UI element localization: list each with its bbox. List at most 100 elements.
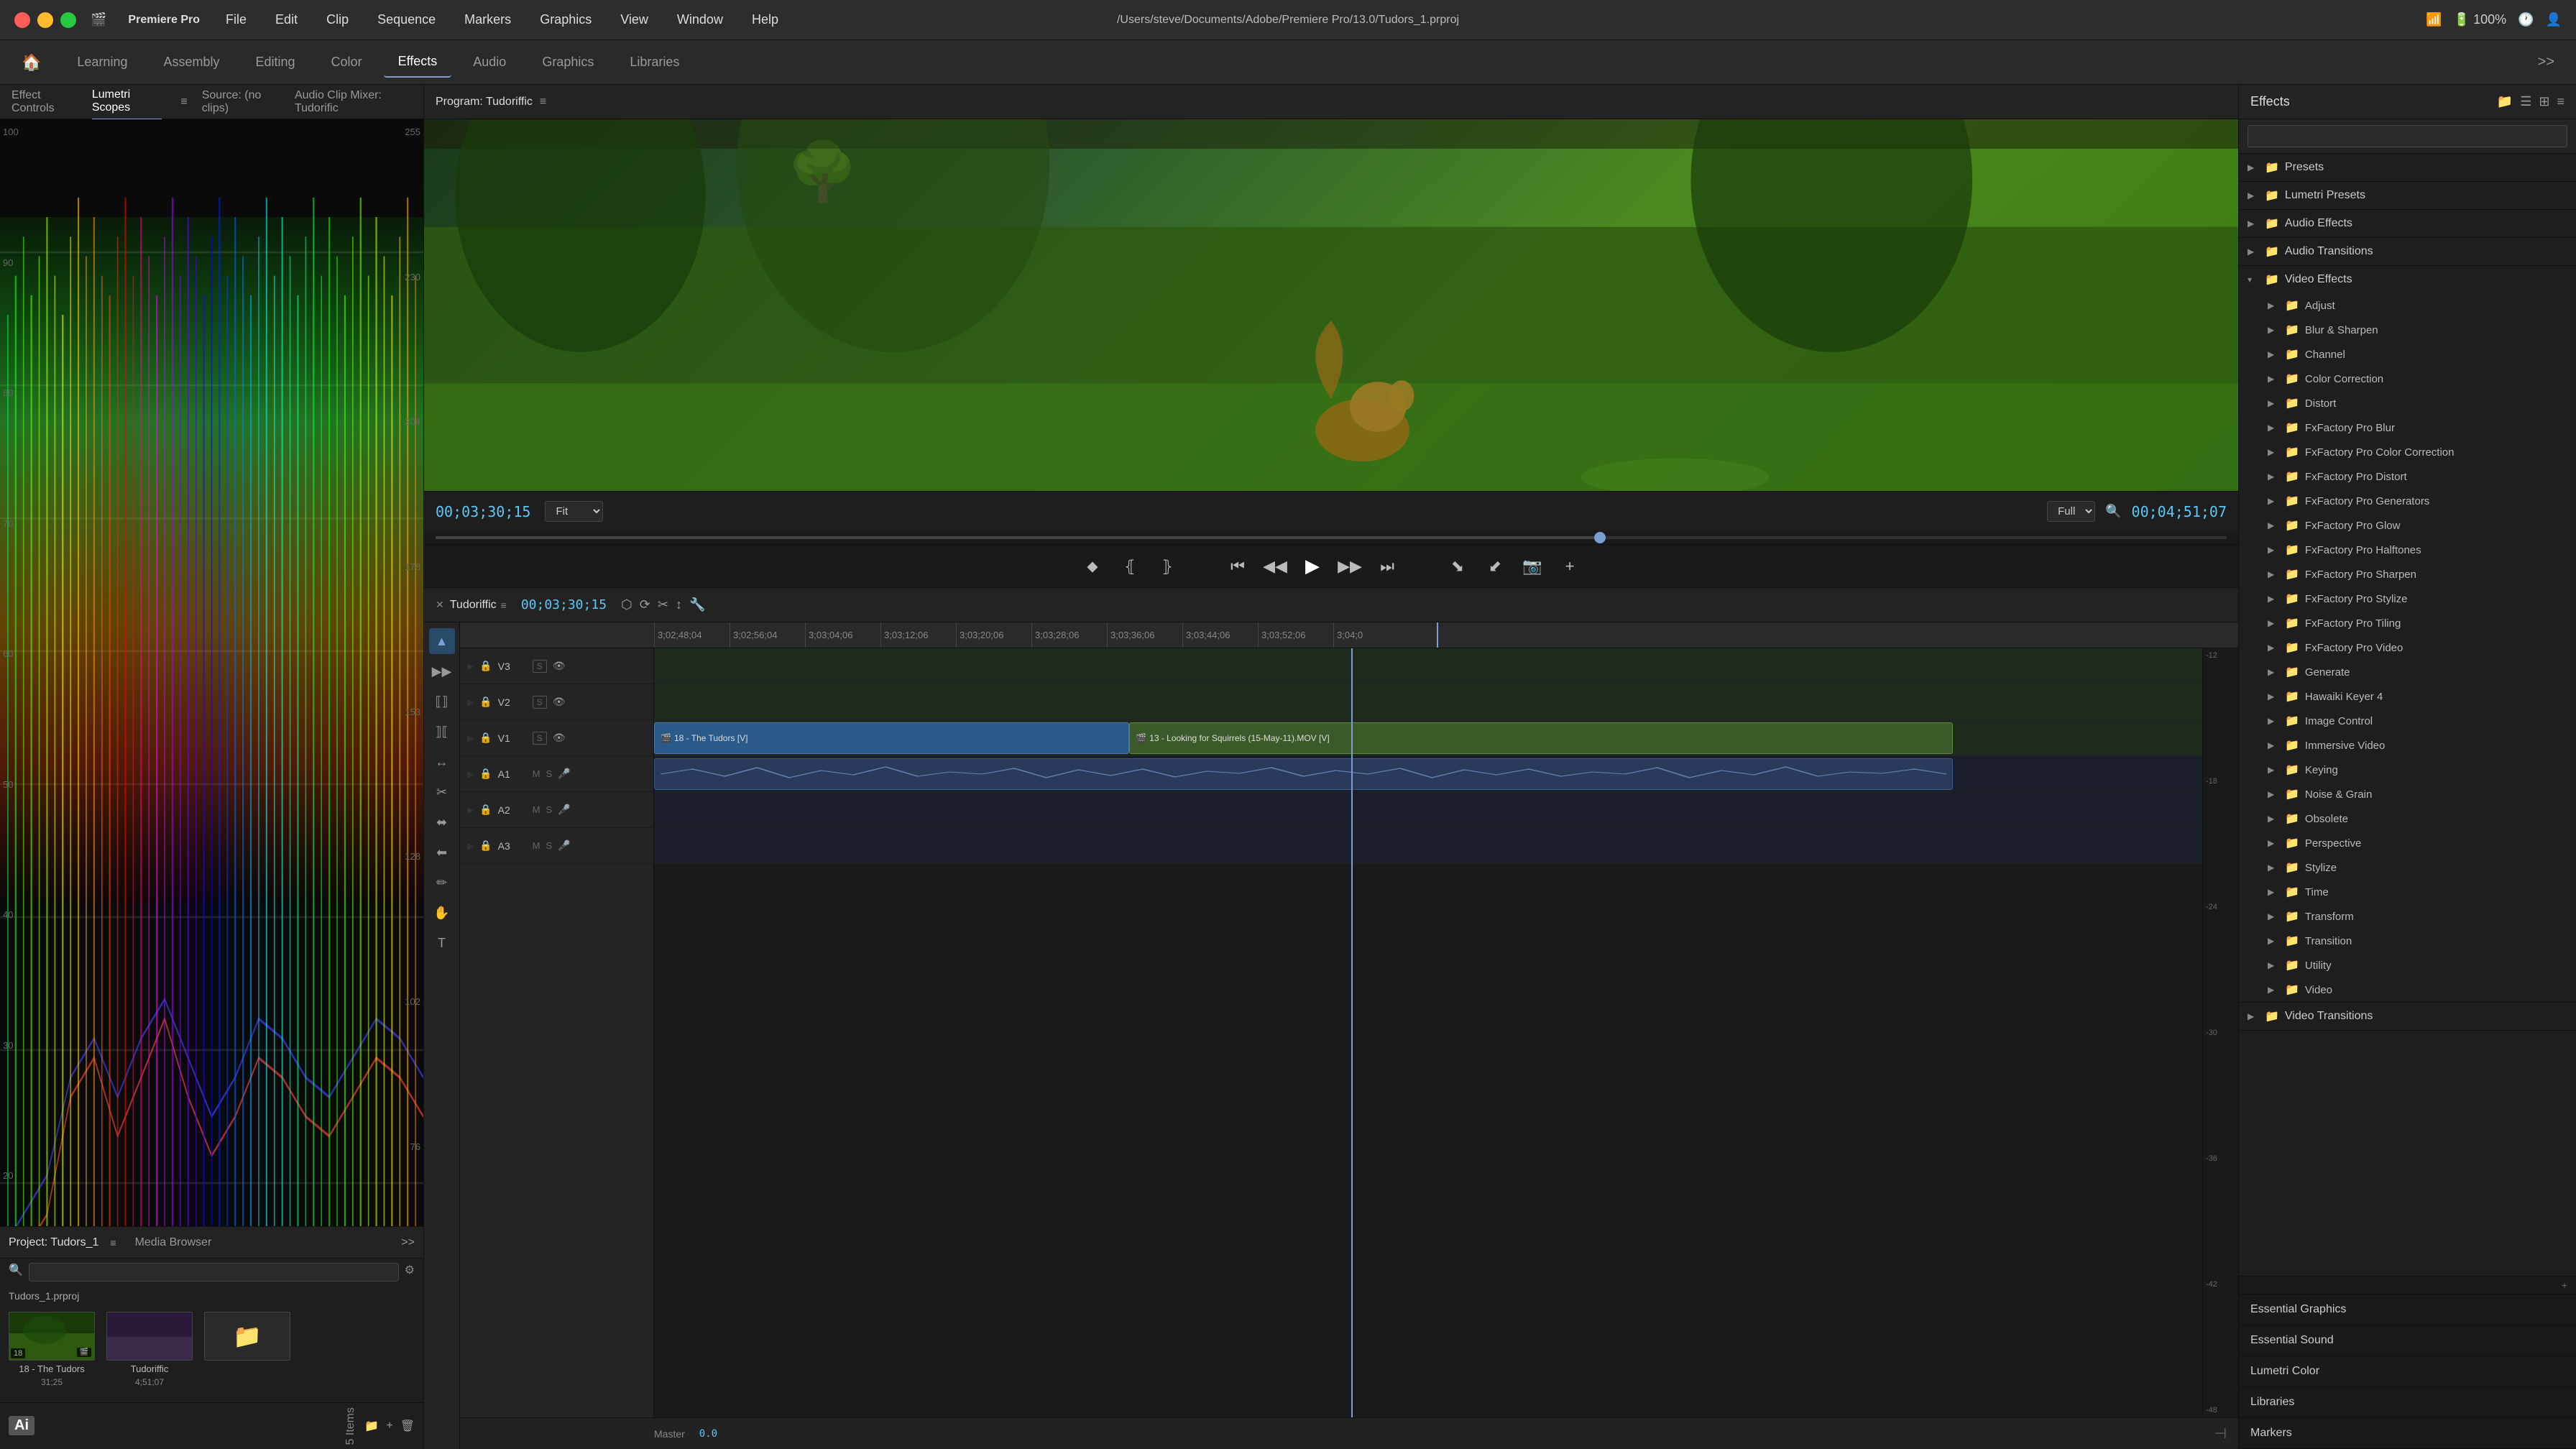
a2-mute-button[interactable]: M (533, 804, 540, 815)
effect-item-utility[interactable]: ▶ 📁 Utility (2259, 953, 2576, 978)
play-button[interactable]: ▶ (1300, 553, 1325, 579)
progress-playhead[interactable] (1594, 532, 1606, 543)
type-tool[interactable]: T (429, 930, 455, 956)
timeline-close-icon[interactable]: ✕ (436, 599, 444, 611)
ripple-edit-tool[interactable]: ⟦⟧ (429, 689, 455, 714)
effect-item-fxfactory-halftones[interactable]: ▶ 📁 FxFactory Pro Halftones (2259, 538, 2576, 562)
menu-edit[interactable]: Edit (271, 9, 302, 30)
libraries-panel[interactable]: Libraries (2239, 1387, 2576, 1418)
effects-grid-icon[interactable]: ⊞ (2539, 94, 2549, 109)
v1-toggle-icon[interactable]: ▶ (467, 733, 474, 743)
go-to-out-button[interactable]: ⏭ (1374, 553, 1400, 579)
effect-item-fxfactory-color-correction[interactable]: ▶ 📁 FxFactory Pro Color Correction (2259, 440, 2576, 464)
rate-stretch-tool[interactable]: ↔ (429, 749, 455, 775)
project-delete-icon[interactable]: 🗑 (400, 1419, 415, 1433)
fit-dropdown[interactable]: Fit 25% 50% 100% (545, 501, 603, 522)
effect-item-video[interactable]: ▶ 📁 Video (2259, 978, 2576, 1002)
slip-tool[interactable]: ⬌ (429, 809, 455, 835)
zoom-icon[interactable]: 🔍 (2105, 504, 2121, 519)
effect-item-transition[interactable]: ▶ 📁 Transition (2259, 929, 2576, 953)
v3-eye-icon[interactable]: 👁 (553, 660, 566, 672)
minimize-button[interactable] (37, 12, 53, 28)
a3-toggle-icon[interactable]: ▶ (467, 841, 474, 851)
traffic-lights[interactable] (14, 12, 76, 28)
a1-toggle-icon[interactable]: ▶ (467, 769, 474, 779)
fullscreen-button[interactable] (60, 12, 76, 28)
effect-item-generate[interactable]: ▶ 📁 Generate (2259, 660, 2576, 684)
add-panel-icon[interactable]: + (2562, 1279, 2567, 1291)
a1-mic-icon[interactable]: 🎤 (558, 768, 570, 780)
effects-category-video-effects-header[interactable]: ▾ 📁 Video Effects (2239, 266, 2576, 293)
effect-item-fxfactory-glow[interactable]: ▶ 📁 FxFactory Pro Glow (2259, 513, 2576, 538)
effect-item-adjust[interactable]: ▶ 📁 Adjust (2259, 293, 2576, 318)
timeline-menu-icon[interactable]: ≡ (501, 599, 507, 611)
insert-button[interactable]: ⬊ (1445, 553, 1471, 579)
effect-item-time[interactable]: ▶ 📁 Time (2259, 880, 2576, 904)
effects-menu-icon[interactable]: ≡ (2557, 94, 2564, 109)
panel-expand-icon[interactable]: >> (401, 1236, 415, 1249)
a3-mic-icon[interactable]: 🎤 (558, 840, 570, 852)
effects-category-video-transitions-header[interactable]: ▶ 📁 Video Transitions (2239, 1003, 2576, 1030)
slide-tool[interactable]: ⬅ (429, 840, 455, 865)
rolling-edit-tool[interactable]: ⟧⟦ (429, 719, 455, 745)
snap-icon[interactable]: 🔧 (689, 597, 705, 612)
menu-view[interactable]: View (616, 9, 653, 30)
thumb-item-folder[interactable]: 📁 (204, 1312, 290, 1387)
thumb-item-tudoriffic[interactable]: Tudoriffic 4;51;07 (106, 1312, 193, 1387)
home-icon[interactable]: 🏠 (22, 53, 41, 72)
markers-panel[interactable]: Markers (2239, 1418, 2576, 1449)
a2-solo-button[interactable]: S (546, 804, 553, 815)
effects-category-presets-header[interactable]: ▶ 📁 Presets (2239, 154, 2576, 181)
selection-tool[interactable]: ▲ (429, 628, 455, 654)
tab-learning[interactable]: Learning (63, 47, 142, 77)
menu-markers[interactable]: Markers (460, 9, 515, 30)
razor-icon[interactable]: ✂ (658, 597, 668, 612)
monitor-menu-icon[interactable]: ≡ (540, 96, 546, 109)
menu-file[interactable]: File (221, 9, 251, 30)
effect-item-fxfactory-distort[interactable]: ▶ 📁 FxFactory Pro Distort (2259, 464, 2576, 489)
track-select-tool[interactable]: ▶▶ (429, 658, 455, 684)
monitor-progress-bar[interactable] (424, 531, 2238, 544)
tab-color[interactable]: Color (317, 47, 377, 77)
menu-graphics[interactable]: Graphics (535, 9, 596, 30)
essential-sound-panel[interactable]: Essential Sound (2239, 1325, 2576, 1356)
effects-category-audio-effects-header[interactable]: ▶ 📁 Audio Effects (2239, 210, 2576, 237)
a2-lock-icon[interactable]: 🔒 (479, 804, 492, 816)
export-frame-button[interactable]: 📷 (1519, 553, 1545, 579)
mark-in-button[interactable]: ⦃ (1117, 553, 1143, 579)
tab-lumetri-scopes[interactable]: Lumetri Scopes (92, 84, 162, 120)
a3-solo-button[interactable]: S (546, 840, 553, 851)
a1-solo-button[interactable]: S (546, 768, 553, 779)
step-forward-button[interactable]: ▶▶ (1337, 553, 1363, 579)
effects-category-lumetri-header[interactable]: ▶ 📁 Lumetri Presets (2239, 182, 2576, 209)
menu-help[interactable]: Help (748, 9, 783, 30)
project-new-bin-icon[interactable]: 📁 (364, 1419, 379, 1433)
hand-tool-icon[interactable]: ↕ (676, 597, 682, 612)
a3-lock-icon[interactable]: 🔒 (479, 840, 492, 852)
v1-sync[interactable]: S (533, 732, 547, 745)
tab-libraries[interactable]: Libraries (615, 47, 694, 77)
lumetri-color-panel[interactable]: Lumetri Color (2239, 1356, 2576, 1387)
video-clip-1[interactable]: 🎬 18 - The Tudors [V] (654, 722, 1129, 754)
media-browser-tab[interactable]: Media Browser (135, 1236, 212, 1249)
effect-item-noise-grain[interactable]: ▶ 📁 Noise & Grain (2259, 782, 2576, 806)
v1-eye-icon[interactable]: 👁 (553, 732, 566, 744)
project-menu-icon[interactable]: ≡ (110, 1237, 116, 1248)
v3-lock-icon[interactable]: 🔒 (479, 660, 492, 672)
quality-dropdown[interactable]: Full 1/2 1/4 (2047, 501, 2095, 522)
razor-tool[interactable]: ✂ (429, 779, 455, 805)
menu-window[interactable]: Window (673, 9, 727, 30)
effects-new-folder-icon[interactable]: 📁 (2497, 94, 2513, 109)
a1-lock-icon[interactable]: 🔒 (479, 768, 492, 780)
more-controls-button[interactable]: + (1557, 553, 1583, 579)
tab-assembly[interactable]: Assembly (149, 47, 234, 77)
audio-clip-1[interactable] (654, 758, 1953, 790)
effect-item-hawaiki[interactable]: ▶ 📁 Hawaiki Keyer 4 (2259, 684, 2576, 709)
tab-audio-clip-mixer[interactable]: Audio Clip Mixer: Tudorific (295, 85, 412, 119)
effect-item-fxfactory-tiling[interactable]: ▶ 📁 FxFactory Pro Tiling (2259, 611, 2576, 635)
effect-item-fxfactory-video[interactable]: ▶ 📁 FxFactory Pro Video (2259, 635, 2576, 660)
effect-item-blur-sharpen[interactable]: ▶ 📁 Blur & Sharpen (2259, 318, 2576, 342)
effect-item-color-correction[interactable]: ▶ 📁 Color Correction (2259, 367, 2576, 391)
effect-item-fxfactory-generators[interactable]: ▶ 📁 FxFactory Pro Generators (2259, 489, 2576, 513)
effects-search-input[interactable] (2248, 125, 2567, 147)
